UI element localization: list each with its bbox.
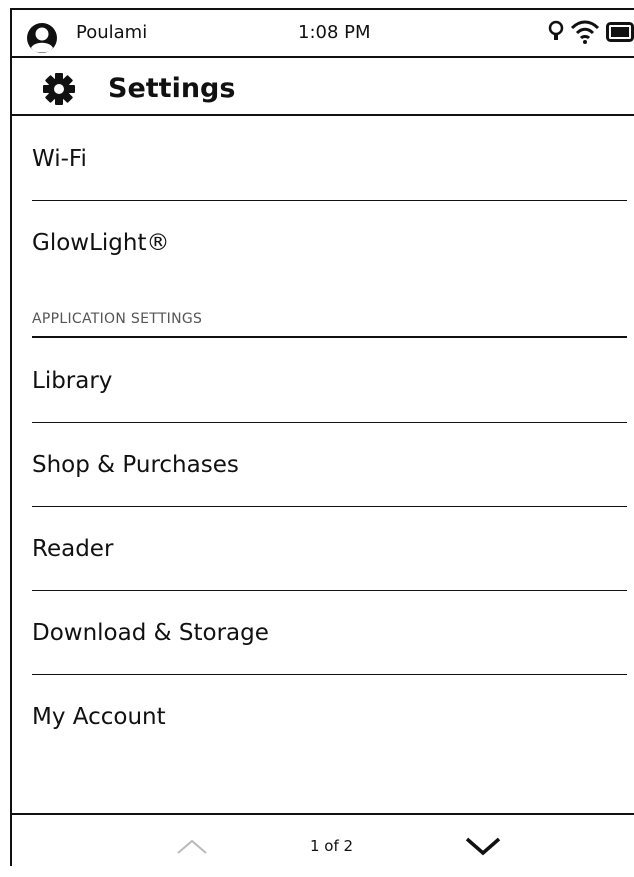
setting-item-label: Reader	[32, 536, 114, 562]
setting-item-glowlight[interactable]: GlowLight®	[32, 202, 627, 284]
item-divider	[32, 590, 627, 591]
avatar-icon[interactable]	[26, 22, 58, 54]
setting-item-label: GlowLight®	[32, 230, 170, 256]
setting-item-download-storage[interactable]: Download & Storage	[32, 592, 627, 674]
pagination-bar: 1 of 2	[12, 815, 634, 866]
section-label-application-settings: APPLICATION SETTINGS	[32, 311, 203, 327]
item-divider	[32, 674, 627, 675]
setting-item-label: Shop & Purchases	[32, 452, 239, 478]
item-divider	[32, 200, 627, 201]
chevron-down-icon[interactable]	[462, 833, 504, 859]
settings-header: Settings	[12, 60, 634, 116]
lightbulb-icon[interactable]	[548, 20, 564, 44]
user-name: Poulami	[76, 22, 148, 43]
chevron-up-icon[interactable]	[172, 835, 212, 859]
item-divider	[32, 506, 627, 507]
page-title: Settings	[108, 73, 236, 104]
wifi-icon[interactable]	[570, 20, 600, 44]
clock: 1:08 PM	[298, 22, 371, 43]
battery-icon[interactable]	[606, 21, 634, 43]
status-icons	[548, 20, 634, 44]
setting-item-label: Library	[32, 368, 113, 394]
section-divider	[32, 336, 627, 338]
setting-item-library[interactable]: Library	[32, 340, 627, 422]
page-indicator: 1 of 2	[310, 837, 354, 855]
setting-item-label: My Account	[32, 704, 166, 730]
gear-icon	[43, 73, 75, 105]
setting-item-label: Wi-Fi	[32, 146, 87, 172]
header-divider	[12, 114, 634, 116]
status-bar: Poulami 1:08 PM	[12, 10, 634, 56]
setting-item-shop-purchases[interactable]: Shop & Purchases	[32, 424, 627, 506]
setting-item-my-account[interactable]: My Account	[32, 676, 627, 758]
setting-item-reader[interactable]: Reader	[32, 508, 627, 590]
item-divider	[32, 422, 627, 423]
setting-item-label: Download & Storage	[32, 620, 269, 646]
status-divider	[12, 56, 634, 58]
setting-item-wifi[interactable]: Wi-Fi	[32, 118, 627, 200]
